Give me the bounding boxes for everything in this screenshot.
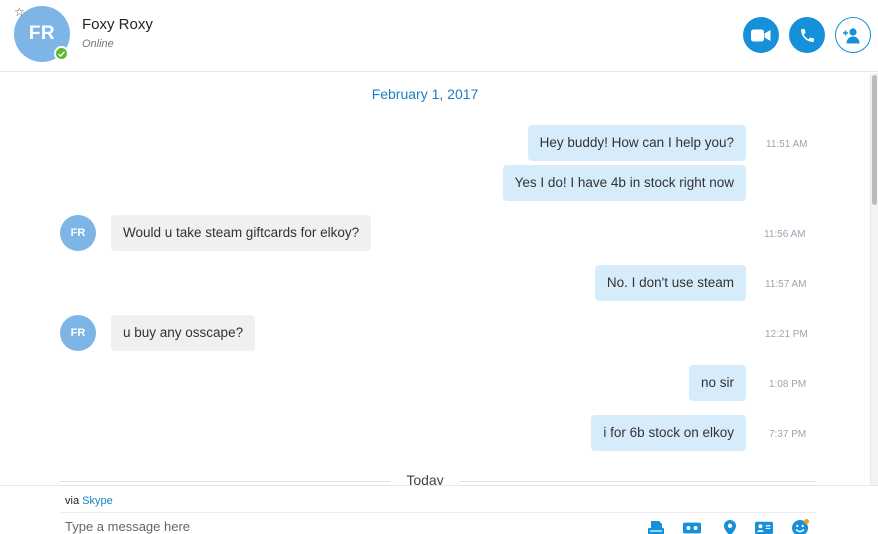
separator-line xyxy=(60,481,390,482)
sender-avatar-initials: FR xyxy=(70,327,86,339)
contact-avatar-initials: FR xyxy=(28,23,56,44)
via-service-link[interactable]: Skype xyxy=(82,495,113,507)
sender-avatar[interactable]: FR xyxy=(60,215,96,251)
contact-card-icon xyxy=(755,521,773,534)
via-prefix: via xyxy=(65,495,80,507)
audio-call-button[interactable] xyxy=(789,17,825,53)
outgoing-message[interactable]: no sir xyxy=(688,365,746,401)
message-composer: via Skype xyxy=(0,485,878,534)
composer-divider xyxy=(60,512,816,513)
add-person-icon xyxy=(843,27,860,43)
message-timestamp: 7:37 PM xyxy=(769,429,807,440)
sender-avatar-initials: FR xyxy=(70,227,86,239)
sender-avatar[interactable]: FR xyxy=(60,315,96,351)
phone-icon xyxy=(800,28,814,42)
scrollbar-thumb[interactable] xyxy=(872,75,877,205)
favorite-star-icon[interactable]: ☆ xyxy=(14,6,25,18)
conversation-header: FR ☆ Foxy Roxy Online xyxy=(0,0,878,72)
message-timestamp: 11:51 AM xyxy=(766,139,808,150)
message-timestamp: 12:21 PM xyxy=(765,329,808,340)
send-file-button[interactable] xyxy=(647,520,665,534)
add-participant-button[interactable] xyxy=(835,17,871,53)
emoticon-button[interactable] xyxy=(791,519,809,534)
location-icon xyxy=(724,520,736,534)
video-camera-icon xyxy=(751,29,771,41)
video-message-button[interactable] xyxy=(683,520,701,534)
via-service-label: via Skype xyxy=(65,495,113,507)
contact-status: Online xyxy=(82,38,114,50)
incoming-message[interactable]: Would u take steam giftcards for elkoy? xyxy=(111,215,372,251)
send-location-button[interactable] xyxy=(721,520,739,534)
online-presence-icon xyxy=(54,46,69,61)
outgoing-message[interactable]: Hey buddy! How can I help you? xyxy=(527,125,746,161)
incoming-message[interactable]: u buy any osscape? xyxy=(111,315,256,351)
message-timestamp: 11:57 AM xyxy=(765,279,807,290)
message-timestamp: 11:56 AM xyxy=(764,229,806,240)
video-message-icon xyxy=(683,522,701,534)
outgoing-message[interactable]: Yes I do! I have 4b in stock right now xyxy=(502,165,746,201)
message-timestamp: 1:08 PM xyxy=(769,379,807,390)
video-call-button[interactable] xyxy=(743,17,779,53)
emoticon-icon xyxy=(792,519,809,534)
file-icon xyxy=(648,520,664,534)
date-separator: February 1, 2017 xyxy=(371,86,479,102)
outgoing-message[interactable]: No. I don't use steam xyxy=(594,265,746,301)
send-contact-button[interactable] xyxy=(755,520,773,534)
separator-line xyxy=(460,481,816,482)
outgoing-message[interactable]: i for 6b stock on elkoy xyxy=(591,415,746,451)
message-input[interactable] xyxy=(60,517,620,534)
contact-name[interactable]: Foxy Roxy xyxy=(82,16,153,33)
